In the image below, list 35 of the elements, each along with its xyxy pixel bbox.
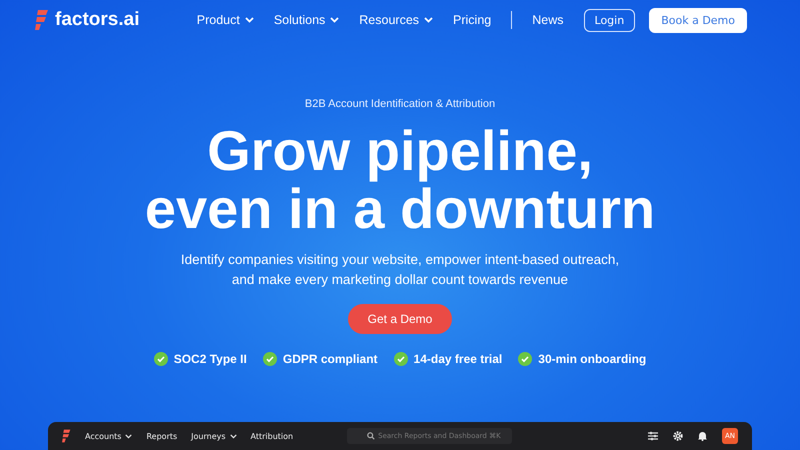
bell-icon[interactable]	[698, 431, 707, 441]
check-icon	[394, 352, 408, 366]
chevron-icon	[330, 17, 340, 23]
logo-icon	[35, 9, 49, 31]
sliders-icon[interactable]	[648, 431, 658, 441]
nav-link[interactable]: Solutions	[274, 13, 340, 27]
chevron-icon	[244, 17, 254, 23]
badge-label: 30-min onboarding	[538, 352, 646, 366]
logo-icon	[62, 429, 71, 443]
check-icon	[518, 352, 532, 366]
search-icon	[367, 432, 376, 440]
chevron-icon	[424, 17, 434, 23]
app-menu-item[interactable]: Attribution	[250, 432, 294, 440]
settings-icon[interactable]	[672, 431, 683, 441]
chevron-icon	[230, 434, 237, 438]
badge-label: SOC2 Type II	[174, 352, 247, 366]
nav-link[interactable]: News	[532, 13, 564, 27]
logo-text: factors.ai	[55, 9, 140, 31]
nav-link[interactable]: Pricing	[453, 13, 492, 27]
book-demo-button[interactable]: Book a Demo	[649, 8, 747, 32]
chevron-icon	[125, 434, 132, 438]
eyebrow-text: B2B Account Identification & Attribution	[304, 98, 496, 110]
subtitle: Identify companies visiting your website, empower intent-based outreach, and make every marketing dollar count towards revenue	[180, 251, 620, 289]
app-menu-item[interactable]: Accounts	[85, 432, 132, 440]
headline: Grow pipeline,	[207, 122, 593, 180]
nav-link[interactable]: Product	[196, 13, 254, 27]
nav-link[interactable]: Resources	[359, 13, 434, 27]
badge-label: 14-day free trial	[414, 352, 502, 366]
badge-label: GDPR compliant	[282, 352, 378, 366]
app-menu-item[interactable]: Reports	[146, 432, 178, 440]
app-menu-item[interactable]: Journeys	[191, 432, 237, 440]
check-icon	[154, 352, 168, 366]
get-demo-button[interactable]: Get a Demo	[348, 304, 452, 334]
login-button[interactable]: Login	[584, 8, 636, 32]
check-icon	[262, 352, 277, 366]
